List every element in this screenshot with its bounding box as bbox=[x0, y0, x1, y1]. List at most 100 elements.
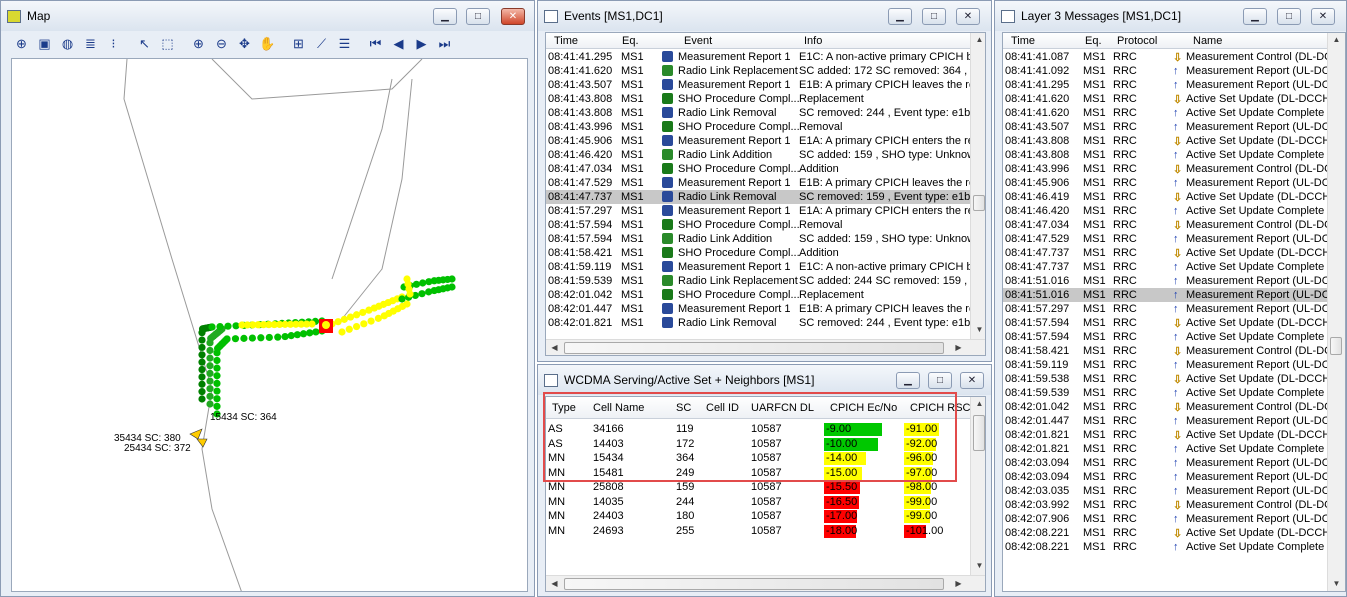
table-row[interactable]: 08:41:41.620 MS1 Radio Link Replacement SC … bbox=[546, 64, 978, 78]
minimize-button[interactable]: ▁ bbox=[1243, 8, 1267, 25]
table-row[interactable]: 08:42:08.221 MS1 RRC Active Set Update Comp… bbox=[1003, 540, 1327, 554]
table-row[interactable]: 08:41:47.034 MS1 RRC Measurement Control (D… bbox=[1003, 218, 1332, 232]
table-row[interactable]: 08:41:47.737 MS1 RRC Active Set Update (DL-… bbox=[1003, 246, 1330, 260]
table-row[interactable]: 08:42:03.094 MS1 RRC Measurement Report (UL… bbox=[1003, 456, 1330, 470]
wcdma-vscroll[interactable]: ▲ ▼ bbox=[970, 397, 985, 575]
table-row[interactable]: 08:41:41.295 MS1 Measurement Report 1 E1C: … bbox=[546, 50, 979, 64]
table-row[interactable]: 08:41:41.087 MS1 RRC Measurement Control (D… bbox=[1003, 50, 1332, 64]
table-row[interactable]: 08:41:43.808 MS1 Radio Link Removal SC remo… bbox=[546, 106, 970, 120]
table-row[interactable]: 08:41:57.594 MS1 RRC Active Set Update (DL-… bbox=[1003, 316, 1330, 330]
measure-icon[interactable]: ⊞ bbox=[288, 33, 309, 54]
wcdma-hscroll[interactable]: ◀ ▶ bbox=[546, 575, 985, 591]
minimize-button[interactable]: ▁ bbox=[888, 8, 912, 25]
events-hscroll[interactable]: ◀ ▶ bbox=[546, 339, 985, 355]
map-canvas[interactable]: 35434 SC: 380 25434 SC: 372 15434 SC: 36… bbox=[11, 58, 528, 592]
table-row[interactable]: 08:41:45.906 MS1 RRC Measurement Report (UL… bbox=[1003, 176, 1330, 190]
events-vscroll[interactable]: ▲ ▼ bbox=[970, 33, 985, 339]
layers-icon[interactable]: ⊕ bbox=[11, 33, 32, 54]
line-icon[interactable]: ⟋ bbox=[311, 33, 332, 54]
table-row[interactable]: 08:42:08.221 MS1 RRC Active Set Update (DL-… bbox=[1003, 526, 1330, 540]
next-icon[interactable]: ▶ bbox=[411, 33, 432, 54]
table-row[interactable]: 08:42:01.447 MS1 Measurement Report 1 E1B: … bbox=[546, 302, 981, 316]
legend-icon[interactable]: ⁝ bbox=[103, 33, 124, 54]
l3-vscroll[interactable]: ▲ ▼ bbox=[1327, 33, 1345, 591]
col-eq[interactable]: Eq. bbox=[622, 35, 639, 47]
table-row[interactable]: 08:41:43.808 MS1 RRC Active Set Update Comp… bbox=[1003, 148, 1327, 162]
table-row[interactable]: MN 14035 244 10587 -16.50 -99.00 bbox=[546, 495, 970, 509]
table-row[interactable]: 08:41:47.034 MS1 SHO Procedure Compl... Add… bbox=[546, 162, 970, 176]
table-row[interactable]: 08:41:57.594 MS1 RRC Active Set Update Comp… bbox=[1003, 330, 1327, 344]
events-title-bar[interactable]: Events [MS1,DC1] ▁ □ ✕ bbox=[538, 1, 991, 31]
table-row[interactable]: 08:41:41.295 MS1 RRC Measurement Report (UL… bbox=[1003, 78, 1330, 92]
table-row[interactable]: 08:41:46.419 MS1 RRC Active Set Update (DL-… bbox=[1003, 190, 1330, 204]
zoom-fit-icon[interactable]: ✥ bbox=[234, 33, 255, 54]
table-row[interactable]: 08:41:41.620 MS1 RRC Active Set Update Comp… bbox=[1003, 106, 1327, 120]
table-row[interactable]: 08:41:43.996 MS1 RRC Measurement Control (D… bbox=[1003, 162, 1332, 176]
table-row[interactable]: 08:41:57.297 MS1 RRC Measurement Report (UL… bbox=[1003, 302, 1330, 316]
table-row[interactable]: 08:41:46.420 MS1 RRC Active Set Update Comp… bbox=[1003, 204, 1327, 218]
col-time[interactable]: Time bbox=[554, 35, 578, 47]
pointer-icon[interactable]: ↖ bbox=[134, 33, 155, 54]
close-button[interactable]: ✕ bbox=[956, 8, 980, 25]
table-row[interactable]: 08:41:59.538 MS1 RRC Active Set Update (DL-… bbox=[1003, 372, 1330, 386]
l3-title-bar[interactable]: Layer 3 Messages [MS1,DC1] ▁ □ ✕ bbox=[995, 1, 1346, 31]
map-title-bar[interactable]: Map ▁ □ ✕ bbox=[1, 1, 534, 31]
maximize-button[interactable]: □ bbox=[928, 372, 952, 389]
table-row[interactable]: 08:41:51.016 MS1 RRC Measurement Report (UL… bbox=[1003, 288, 1330, 302]
maximize-button[interactable]: □ bbox=[922, 8, 946, 25]
globe-icon[interactable]: ◍ bbox=[57, 33, 78, 54]
scroll-thumb[interactable] bbox=[973, 415, 985, 451]
close-button[interactable]: ✕ bbox=[501, 8, 525, 25]
table-row[interactable]: 08:41:59.119 MS1 RRC Measurement Report (UL… bbox=[1003, 358, 1330, 372]
table-row[interactable]: MN 24403 180 10587 -17.00 -99.00 bbox=[546, 509, 970, 523]
table-row[interactable]: 08:41:43.996 MS1 SHO Procedure Compl... Rem… bbox=[546, 120, 970, 134]
table-row[interactable]: 08:41:51.016 MS1 RRC Measurement Report (UL… bbox=[1003, 274, 1330, 288]
table-row[interactable]: 08:42:01.447 MS1 RRC Measurement Report (UL… bbox=[1003, 414, 1330, 428]
table-row[interactable]: 08:41:41.092 MS1 RRC Measurement Report (UL… bbox=[1003, 64, 1330, 78]
table-row[interactable]: 08:41:43.507 MS1 RRC Measurement Report (UL… bbox=[1003, 120, 1330, 134]
table-row[interactable]: 08:41:59.119 MS1 Measurement Report 1 E1C: … bbox=[546, 260, 979, 274]
table-row[interactable]: MN 25808 159 10587 -15.50 -98.00 bbox=[546, 480, 970, 494]
table-row[interactable]: MN 24693 255 10587 -18.00 -101.00 bbox=[546, 524, 970, 538]
table-row[interactable]: 08:41:46.420 MS1 Radio Link Addition SC add… bbox=[546, 148, 975, 162]
stack-icon[interactable]: ≣ bbox=[80, 33, 101, 54]
table-row[interactable]: 08:41:41.620 MS1 RRC Active Set Update (DL-… bbox=[1003, 92, 1330, 106]
zoom-out-icon[interactable]: ⊖ bbox=[211, 33, 232, 54]
close-button[interactable]: ✕ bbox=[1311, 8, 1335, 25]
wcdma-title-bar[interactable]: WCDMA Serving/Active Set + Neighbors [MS… bbox=[538, 365, 991, 395]
table-row[interactable]: 08:41:57.594 MS1 Radio Link Addition SC add… bbox=[546, 232, 975, 246]
table-row[interactable]: 08:41:59.539 MS1 RRC Active Set Update Comp… bbox=[1003, 386, 1327, 400]
table-row[interactable]: 08:42:03.094 MS1 RRC Measurement Report (UL… bbox=[1003, 470, 1330, 484]
table-row[interactable]: 08:42:01.821 MS1 RRC Active Set Update (DL-… bbox=[1003, 428, 1330, 442]
table-row[interactable]: 08:41:47.529 MS1 Measurement Report 1 E1B: … bbox=[546, 176, 981, 190]
table-row[interactable]: 08:41:57.594 MS1 SHO Procedure Compl... Rem… bbox=[546, 218, 970, 232]
col-protocol[interactable]: Protocol bbox=[1117, 35, 1157, 47]
table-row[interactable]: 08:41:47.737 MS1 RRC Active Set Update Comp… bbox=[1003, 260, 1327, 274]
first-icon[interactable]: ⏮ bbox=[365, 33, 386, 54]
table-row[interactable]: 08:41:47.529 MS1 RRC Measurement Report (UL… bbox=[1003, 232, 1330, 246]
table-row[interactable]: 08:41:47.737 MS1 Radio Link Removal SC remo… bbox=[546, 190, 970, 204]
table-row[interactable]: 08:42:03.035 MS1 RRC Measurement Report (UL… bbox=[1003, 484, 1330, 498]
table-row[interactable]: 08:42:07.906 MS1 RRC Measurement Report (UL… bbox=[1003, 512, 1330, 526]
table-row[interactable]: 08:41:57.297 MS1 Measurement Report 1 E1A: … bbox=[546, 204, 980, 218]
col-event[interactable]: Event bbox=[684, 35, 712, 47]
table-row[interactable]: 08:41:43.507 MS1 Measurement Report 1 E1B: … bbox=[546, 78, 981, 92]
col-eq[interactable]: Eq. bbox=[1085, 35, 1102, 47]
image-icon[interactable]: ▣ bbox=[34, 33, 55, 54]
table-row[interactable]: 08:41:58.421 MS1 SHO Procedure Compl... Add… bbox=[546, 246, 970, 260]
col-name[interactable]: Name bbox=[1193, 35, 1222, 47]
hscroll-thumb[interactable] bbox=[564, 578, 944, 590]
scroll-thumb[interactable] bbox=[973, 195, 985, 211]
table-row[interactable]: 08:41:43.808 MS1 RRC Active Set Update (DL-… bbox=[1003, 134, 1330, 148]
maximize-button[interactable]: □ bbox=[466, 8, 490, 25]
prev-icon[interactable]: ◀ bbox=[388, 33, 409, 54]
table-row[interactable]: 08:41:43.808 MS1 SHO Procedure Compl... Rep… bbox=[546, 92, 970, 106]
table-row[interactable]: 08:42:01.821 MS1 Radio Link Removal SC remo… bbox=[546, 316, 970, 330]
table-row[interactable]: 08:42:01.042 MS1 RRC Measurement Control (D… bbox=[1003, 400, 1332, 414]
properties-icon[interactable]: ☰ bbox=[334, 33, 355, 54]
col-time[interactable]: Time bbox=[1011, 35, 1035, 47]
minimize-button[interactable]: ▁ bbox=[433, 8, 457, 25]
last-icon[interactable]: ⏭ bbox=[434, 33, 455, 54]
select-icon[interactable]: ⬚ bbox=[157, 33, 178, 54]
maximize-button[interactable]: □ bbox=[1277, 8, 1301, 25]
